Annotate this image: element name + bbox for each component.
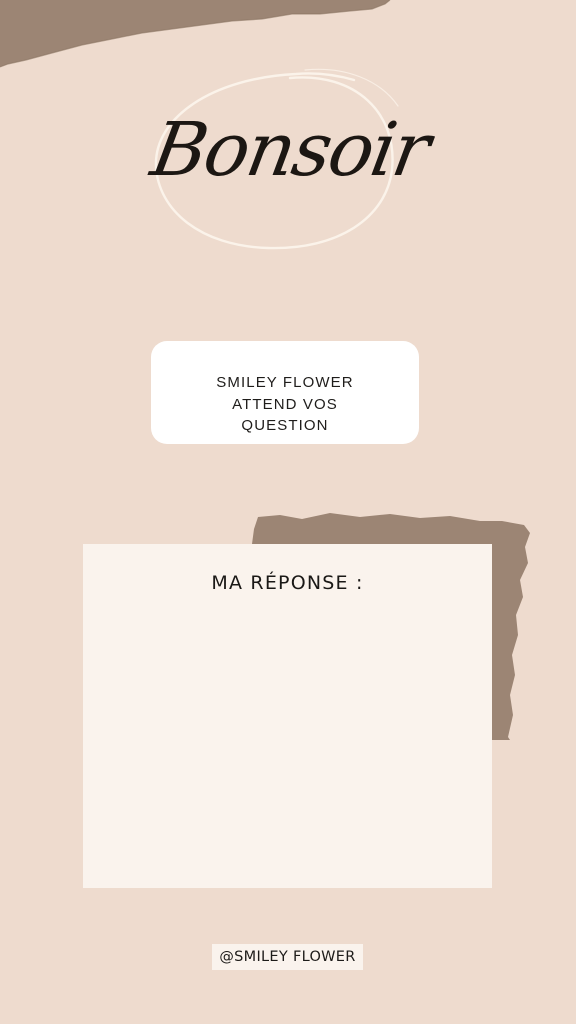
answer-title: MA RÉPONSE : (211, 572, 364, 594)
question-line-2: ATTEND VOS (232, 395, 338, 413)
question-card[interactable]: SMILEY FLOWER ATTEND VOS QUESTION (151, 341, 419, 444)
answer-card: MA RÉPONSE : (83, 544, 492, 888)
account-handle-tag[interactable]: @SMILEY FLOWER (212, 944, 363, 970)
greeting-area: Bonsoir (140, 58, 440, 268)
question-line-1: SMILEY FLOWER (216, 374, 354, 391)
greeting-title: Bonsoir (145, 107, 435, 193)
question-line-3: QUESTION (241, 417, 329, 434)
